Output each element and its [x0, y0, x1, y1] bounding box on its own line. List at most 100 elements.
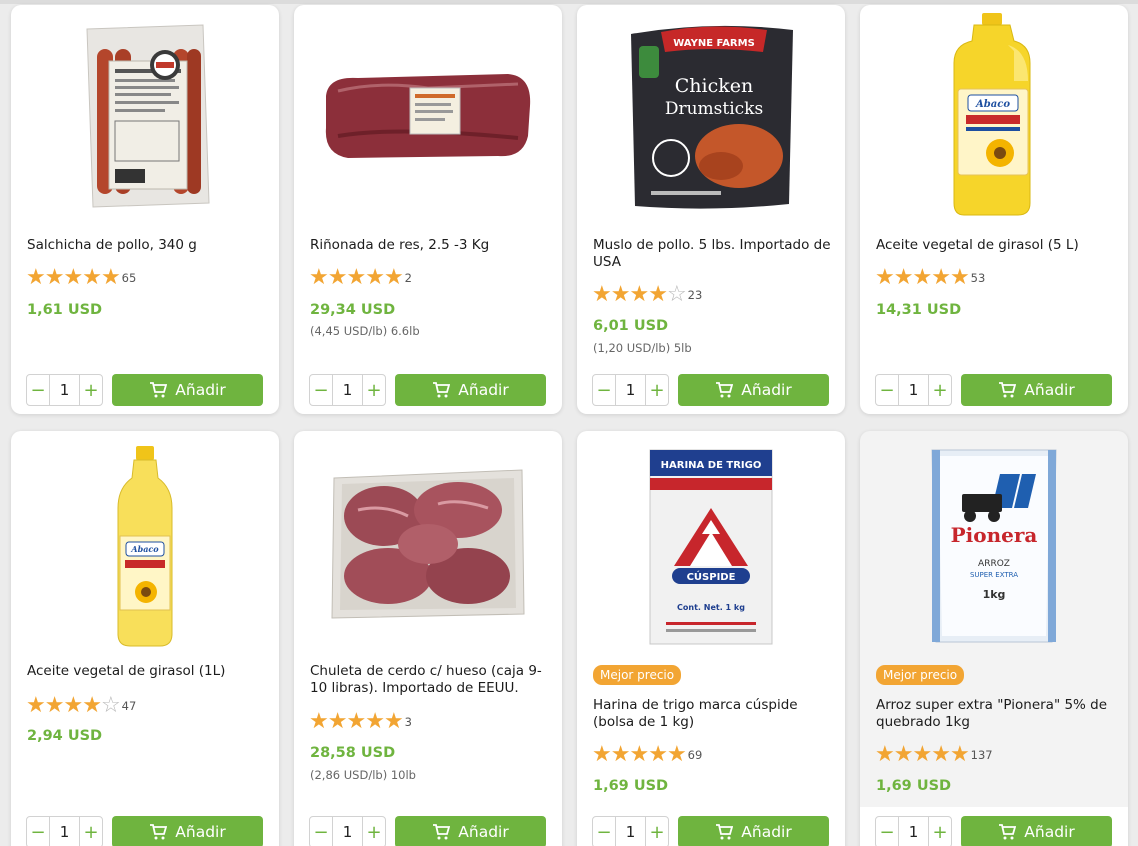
increment-button[interactable]: +	[363, 817, 385, 846]
increment-button[interactable]: +	[80, 817, 102, 846]
pack-text: Chicken	[675, 75, 754, 97]
product-name[interactable]: Harina de trigo marca cúspide (bolsa de …	[593, 697, 831, 731]
product-rating: ★ ★ ★ ★ ★ 65	[26, 267, 136, 289]
product-card[interactable]: Riñonada de res, 2.5 -3 Kg ★ ★ ★ ★ ★ 2 29,34…	[294, 5, 562, 414]
star-empty-icon: ☆	[100, 693, 121, 718]
add-to-cart-button[interactable]: Añadir	[395, 374, 546, 406]
star-filled-icon: ★	[346, 709, 367, 734]
product-name[interactable]: Muslo de pollo. 5 lbs. Importado de USA	[593, 237, 831, 271]
cart-actions: − 1 + Añadir	[26, 374, 264, 406]
product-card[interactable]: HARINA DE TRIGO CÚSPIDE Cont. Net. 1 kg …	[577, 431, 845, 846]
increment-button[interactable]: +	[646, 817, 668, 846]
increment-button[interactable]: +	[80, 375, 102, 405]
quantity-value[interactable]: 1	[49, 375, 80, 405]
decrement-button[interactable]: −	[593, 375, 615, 405]
quantity-value[interactable]: 1	[898, 375, 929, 405]
best-price-badge: Mejor precio	[593, 665, 682, 685]
quantity-stepper[interactable]: − 1 +	[592, 374, 669, 406]
add-label: Añadir	[1024, 381, 1075, 399]
product-card[interactable]: Salchicha de pollo, 340 g ★ ★ ★ ★ ★ 65 1,61 …	[11, 5, 279, 414]
product-name[interactable]: Aceite vegetal de girasol (1L)	[27, 663, 265, 680]
star-filled-icon: ★	[592, 282, 612, 307]
review-count: 3	[404, 715, 412, 729]
rice-bag-image[interactable]: Pionera ARROZ SUPER EXTRA 1kg	[860, 443, 1128, 649]
add-to-cart-button[interactable]: Añadir	[112, 374, 263, 406]
decrement-button[interactable]: −	[27, 817, 49, 846]
product-card[interactable]: Abaco Aceite vegetal de girasol (5 L) ★ ★…	[860, 5, 1128, 414]
beef-loin-image[interactable]	[294, 13, 562, 219]
star-filled-icon: ★	[63, 693, 84, 718]
decrement-button[interactable]: −	[27, 375, 49, 405]
add-to-cart-button[interactable]: Añadir	[678, 816, 829, 846]
cart-actions: − 1 + Añadir	[26, 816, 264, 846]
product-card[interactable]: Chuleta de cerdo c/ hueso (caja 9-10 lib…	[294, 431, 562, 846]
quantity-value[interactable]: 1	[615, 817, 646, 846]
star-filled-icon: ★	[912, 742, 933, 767]
increment-button[interactable]: +	[929, 375, 951, 405]
product-name[interactable]: Aceite vegetal de girasol (5 L)	[876, 237, 1114, 254]
review-count: 53	[970, 271, 986, 285]
product-name[interactable]: Chuleta de cerdo c/ hueso (caja 9-10 lib…	[310, 663, 548, 697]
add-to-cart-button[interactable]: Añadir	[112, 816, 263, 846]
decrement-button[interactable]: −	[876, 375, 898, 405]
decrement-button[interactable]: −	[876, 817, 898, 846]
increment-button[interactable]: +	[646, 375, 668, 405]
product-rating: ★ ★ ★ ★ ☆ 47	[26, 695, 136, 717]
chicken-drumsticks-bag-image[interactable]: WAYNE FARMS Chicken Drumsticks	[577, 13, 845, 219]
product-card[interactable]: WAYNE FARMS Chicken Drumsticks Muslo de …	[577, 5, 845, 414]
quantity-value[interactable]: 1	[615, 375, 646, 405]
add-to-cart-button[interactable]: Añadir	[961, 816, 1112, 846]
product-price: 1,61 USD	[27, 302, 103, 318]
decrement-button[interactable]: −	[310, 375, 332, 405]
quantity-value[interactable]: 1	[332, 375, 363, 405]
product-name[interactable]: Arroz super extra "Pionera" 5% de quebra…	[876, 697, 1114, 731]
quantity-stepper[interactable]: − 1 +	[875, 816, 952, 846]
sausage-pack-image[interactable]	[11, 13, 279, 219]
star-filled-icon: ★	[875, 265, 895, 290]
quantity-stepper[interactable]: − 1 +	[309, 374, 386, 406]
star-filled-icon: ★	[648, 742, 668, 767]
oil-bottle-image[interactable]: Abaco	[11, 443, 279, 649]
quantity-value[interactable]: 1	[49, 817, 80, 846]
star-filled-icon: ★	[893, 265, 914, 290]
quantity-value[interactable]: 1	[332, 817, 363, 846]
flour-bag-image[interactable]: HARINA DE TRIGO CÚSPIDE Cont. Net. 1 kg	[577, 443, 845, 649]
star-filled-icon: ★	[949, 742, 970, 767]
add-label: Añadir	[1024, 823, 1075, 841]
add-to-cart-button[interactable]: Añadir	[678, 374, 829, 406]
star-filled-icon: ★	[309, 709, 329, 734]
oil-jug-image[interactable]: Abaco	[860, 13, 1128, 219]
quantity-stepper[interactable]: − 1 +	[875, 374, 952, 406]
star-filled-icon: ★	[648, 282, 668, 307]
unit-price: (4,45 USD/lb) 6.6lb	[310, 324, 420, 338]
product-name[interactable]: Salchicha de pollo, 340 g	[27, 237, 265, 254]
star-filled-icon: ★	[365, 265, 385, 290]
star-rating: ★ ★ ★ ★ ★	[875, 265, 970, 290]
quantity-value[interactable]: 1	[898, 817, 929, 846]
increment-button[interactable]: +	[363, 375, 385, 405]
decrement-button[interactable]: −	[310, 817, 332, 846]
unit-price: (2,86 USD/lb) 10lb	[310, 768, 416, 782]
quantity-stepper[interactable]: − 1 +	[26, 374, 103, 406]
pack-net: Cont. Net. 1 kg	[677, 603, 745, 612]
quantity-stepper[interactable]: − 1 +	[592, 816, 669, 846]
product-card[interactable]: Pionera ARROZ SUPER EXTRA 1kg Mejor prec…	[860, 431, 1128, 846]
star-filled-icon: ★	[629, 282, 650, 307]
add-to-cart-button[interactable]: Añadir	[395, 816, 546, 846]
quantity-stepper[interactable]: − 1 +	[26, 816, 103, 846]
best-price-badge: Mejor precio	[876, 665, 965, 685]
product-rating: ★ ★ ★ ★ ☆ 23	[592, 284, 702, 306]
decrement-button[interactable]: −	[593, 817, 615, 846]
add-label: Añadir	[458, 823, 509, 841]
product-card[interactable]: Abaco Aceite vegetal de girasol (1L) ★ ★ ★…	[11, 431, 279, 846]
product-name[interactable]: Riñonada de res, 2.5 -3 Kg	[310, 237, 548, 254]
pork-chops-box-image[interactable]	[294, 459, 562, 629]
cart-icon	[998, 824, 1017, 840]
review-count: 69	[687, 748, 703, 762]
increment-button[interactable]: +	[929, 817, 951, 846]
star-filled-icon: ★	[629, 742, 650, 767]
star-filled-icon: ★	[875, 742, 895, 767]
star-filled-icon: ★	[26, 265, 46, 290]
quantity-stepper[interactable]: − 1 +	[309, 816, 386, 846]
add-to-cart-button[interactable]: Añadir	[961, 374, 1112, 406]
